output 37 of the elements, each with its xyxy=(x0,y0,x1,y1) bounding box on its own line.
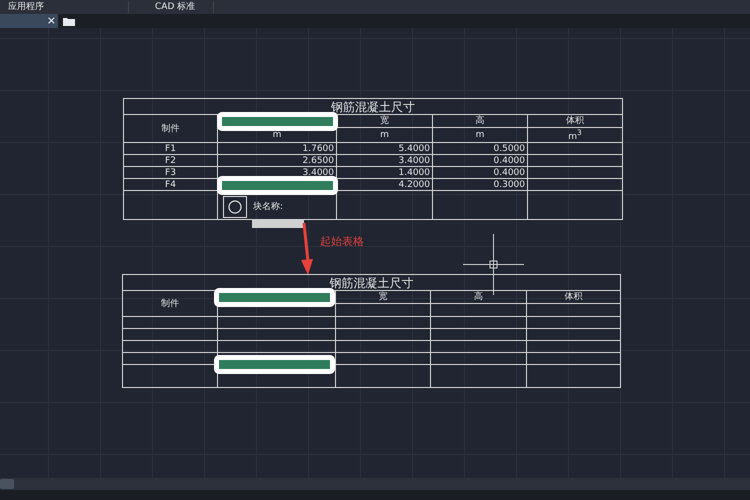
annotation-label: 起始表格 xyxy=(320,234,364,249)
table-cell: 3.4000 xyxy=(398,156,430,166)
table-cell: 1.7600 xyxy=(302,144,334,154)
input-field[interactable] xyxy=(252,219,304,228)
arrow xyxy=(299,222,315,276)
block-name-label: 块名称: xyxy=(253,202,284,212)
table-cell: 1.4000 xyxy=(398,168,430,178)
table-cell: m xyxy=(380,130,389,140)
table-title: 钢筋混凝土尺寸 xyxy=(330,276,414,290)
table-cell: 0.4000 xyxy=(494,156,525,166)
table-cell: 体积 xyxy=(566,116,584,126)
table-cell: F2 xyxy=(165,156,176,166)
menu-item[interactable]: CAD 标准 xyxy=(155,1,214,13)
table-cell: m xyxy=(476,130,484,140)
table-cell: 体积 xyxy=(564,292,582,302)
table-cell: m xyxy=(272,130,282,140)
table-cell: 高 xyxy=(476,116,484,126)
table-cell: 0.4000 xyxy=(494,168,525,178)
table-cell: 0.3000 xyxy=(494,180,525,190)
menu-item[interactable]: 应用程序 xyxy=(8,1,129,13)
table-cell: 宽 xyxy=(378,292,388,302)
table-cell: 高 xyxy=(474,292,483,302)
table-cell: 4.2000 xyxy=(398,180,430,190)
close-button[interactable]: × xyxy=(46,15,56,27)
table-cell: F4 xyxy=(165,180,176,190)
table-cell: 制件 xyxy=(162,124,180,134)
table-title: 钢筋混凝土尺寸 xyxy=(331,100,415,114)
table-cell: 3.4000 xyxy=(302,168,334,178)
table-cell: F3 xyxy=(165,168,176,178)
table-cell: 5.4000 xyxy=(398,144,430,154)
table-cell: 0.5000 xyxy=(494,144,525,154)
folder-icon[interactable] xyxy=(63,16,75,26)
table-cell: 制件 xyxy=(161,298,179,308)
table-cell: 2.6500 xyxy=(302,156,334,166)
table-cell: F1 xyxy=(165,144,176,154)
document-tab[interactable]: × xyxy=(0,14,58,28)
table-cell: 宽 xyxy=(380,116,389,126)
